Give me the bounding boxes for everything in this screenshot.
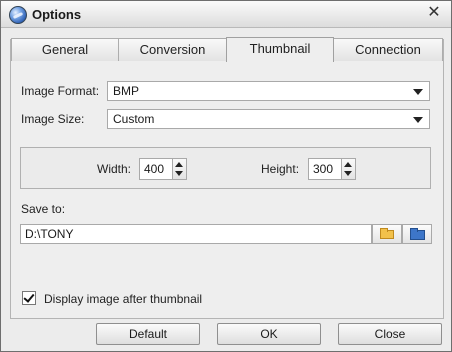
ok-button[interactable]: OK	[217, 323, 321, 345]
default-button[interactable]: Default	[96, 323, 200, 345]
tab-strip: General Conversion Thumbnail Connection	[11, 37, 443, 62]
height-input[interactable]: 300	[308, 158, 342, 180]
arrow-up-icon[interactable]	[344, 162, 352, 167]
tab-thumbnail[interactable]: Thumbnail	[226, 37, 334, 62]
window-title: Options	[32, 7, 82, 22]
save-to-label: Save to:	[21, 202, 66, 216]
image-format-select[interactable]: BMP	[107, 81, 430, 101]
title-bar: Options ✕	[1, 1, 451, 28]
image-format-label: Image Format:	[21, 84, 100, 98]
arrow-up-icon[interactable]	[175, 162, 183, 167]
width-label: Width:	[97, 162, 132, 176]
image-size-select[interactable]: Custom	[107, 109, 430, 129]
tab-connection[interactable]: Connection	[333, 38, 443, 61]
image-size-label: Image Size:	[21, 112, 85, 126]
folder-open-icon	[380, 228, 394, 239]
open-folder-button[interactable]	[402, 224, 432, 244]
chevron-down-icon	[413, 89, 423, 95]
app-globe-icon	[9, 6, 27, 24]
tab-conversion[interactable]: Conversion	[118, 38, 227, 61]
close-icon[interactable]: ✕	[425, 4, 443, 22]
tab-general[interactable]: General	[11, 38, 119, 61]
options-dialog: Options ✕ General Conversion Thumbnail C…	[0, 0, 452, 352]
checkmark-icon	[23, 291, 35, 303]
image-format-value: BMP	[113, 84, 140, 98]
folder-icon	[410, 228, 425, 240]
width-stepper[interactable]	[173, 158, 187, 180]
image-size-value: Custom	[113, 112, 155, 126]
display-after-label[interactable]: Display image after thumbnail	[44, 292, 202, 306]
height-stepper[interactable]	[342, 158, 356, 180]
arrow-down-icon[interactable]	[344, 171, 352, 176]
save-path-input[interactable]: D:\TONY	[20, 224, 372, 244]
chevron-down-icon	[413, 117, 423, 123]
arrow-down-icon[interactable]	[175, 171, 183, 176]
close-button[interactable]: Close	[338, 323, 442, 345]
browse-folder-button[interactable]	[372, 224, 402, 244]
dimensions-group: Width: 400 Height: 300	[20, 147, 431, 189]
display-after-checkbox[interactable]	[22, 291, 36, 305]
width-input[interactable]: 400	[139, 158, 173, 180]
height-label: Height:	[261, 162, 300, 176]
